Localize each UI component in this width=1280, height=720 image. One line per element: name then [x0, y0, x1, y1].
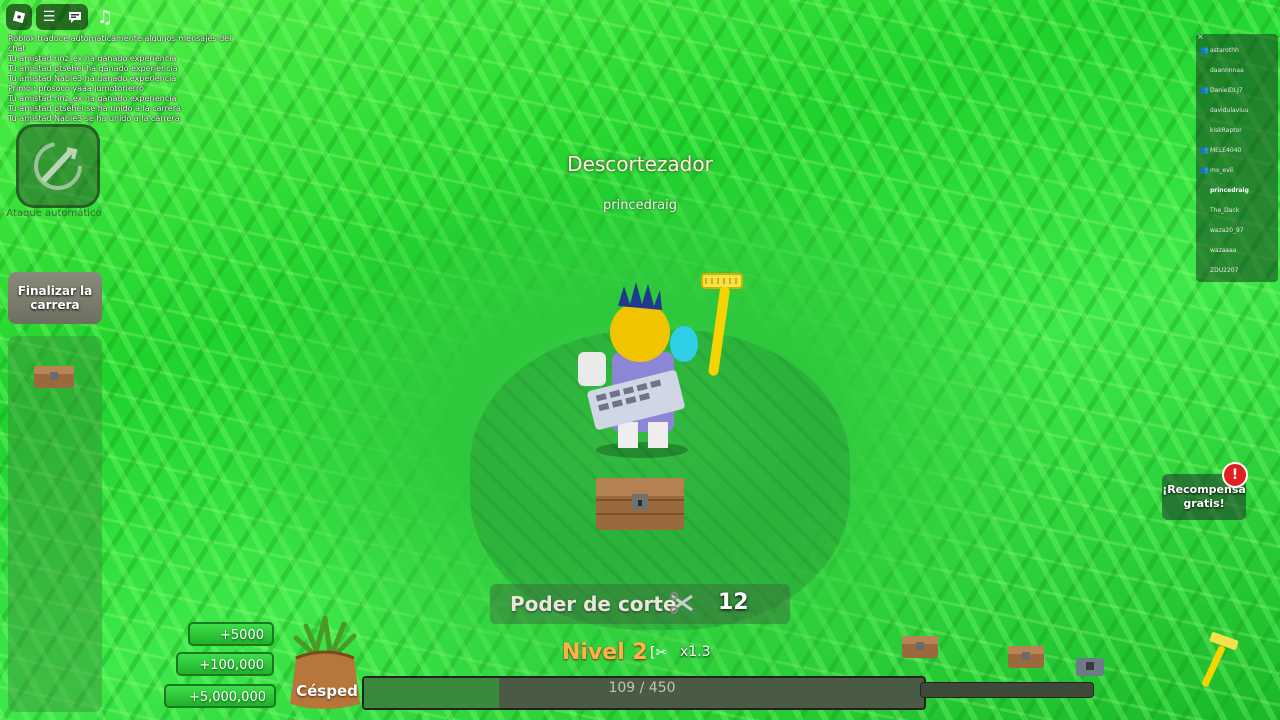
player-list-name: daannnnaa	[1210, 66, 1244, 74]
player-list-item[interactable]: 👥 DanielDLJ7	[1196, 80, 1278, 100]
friend-icon: 👥	[1200, 166, 1209, 174]
finish-race-button[interactable]: Finalizar la carrera	[8, 272, 102, 324]
player-list-name: DanielDLJ7	[1210, 86, 1243, 94]
cut-power-label: Poder de corte	[510, 592, 677, 616]
add-5000000-button[interactable]: +5,000,000	[164, 684, 276, 708]
chest-slot-icon[interactable]	[1006, 640, 1046, 670]
chat-line: Tu amistad ptsehei ha ganado experiencia	[8, 64, 178, 73]
menu-icon[interactable]: ☰	[36, 4, 62, 30]
friend-icon: 👥	[1200, 146, 1209, 154]
player-list-item[interactable]: 👥 MELE4040	[1196, 140, 1278, 160]
scissors-icon	[670, 592, 693, 614]
player-list-item[interactable]: princedraig	[1196, 180, 1278, 200]
friend-icon: 👥	[1200, 46, 1209, 54]
player-list-item[interactable]: kiskRaptor	[1196, 120, 1278, 140]
player-list-item[interactable]: waza20_97	[1196, 220, 1278, 240]
player-list-name: The_Dack	[1210, 206, 1240, 214]
alert-badge: !	[1222, 462, 1248, 488]
player-list: 👥 astarothh daannnnaa 👥 DanielDLJ7 davidulavi…	[1196, 34, 1278, 282]
progress-text: 109 / 450	[608, 680, 676, 696]
scissors-bracket-icon: [✂	[650, 645, 668, 661]
chat-icon[interactable]	[62, 4, 88, 30]
chat-line: Tu amistad Nabie3 ha ganado experiencia	[8, 74, 177, 83]
secondary-progress-bar	[920, 682, 1094, 698]
add-5000-button[interactable]: +5000	[188, 622, 274, 646]
player-list-name: princedraig	[1210, 186, 1249, 194]
player-list-item[interactable]: daannnnaa	[1196, 60, 1278, 80]
auto-attack-icon	[34, 142, 82, 190]
friend-icon: 👥	[1200, 86, 1209, 94]
player-list-item[interactable]: 👥 mx_evil	[1196, 160, 1278, 180]
inventory-side-panel	[8, 336, 102, 712]
chat-line: Tu amistad rinz_ex ha ganado experiencia	[8, 54, 177, 63]
player-list-name: waza20_97	[1210, 226, 1244, 234]
music-icon[interactable]: ♫	[92, 4, 118, 30]
auto-attack-label: Ataque automático	[6, 208, 102, 219]
player-list-item[interactable]: davidulaviuu	[1196, 100, 1278, 120]
rake-tool-icon[interactable]	[1196, 632, 1242, 692]
level-label: Nivel 2	[562, 640, 648, 665]
player-list-name: ZDU2207	[1210, 266, 1239, 274]
chat-log: Roblox traduce automáticamente algunos m…	[8, 34, 238, 124]
chest-slot-icon[interactable]	[1070, 650, 1110, 680]
top-left-toolbar: ☰ ♫	[6, 4, 118, 30]
chat-line: Primoi: prosoco yaaa jumotorierro	[8, 84, 144, 93]
player-list-name: astarothh	[1210, 46, 1239, 54]
player-list-name: MELE4040	[1210, 146, 1242, 154]
auto-attack-button[interactable]	[16, 124, 100, 208]
multiplier-label: x1.3	[680, 644, 711, 660]
player-list-item[interactable]: ZDU2207	[1196, 260, 1278, 280]
player-list-name: kiskRaptor	[1210, 126, 1242, 134]
chat-line: Tu amistad ptsehei se ha unido a la carr…	[8, 104, 181, 113]
roblox-logo-icon[interactable]	[6, 4, 32, 30]
chat-line: chat	[8, 44, 26, 53]
player-list-item[interactable]: wazaaaa	[1196, 240, 1278, 260]
close-icon[interactable]: ×	[1197, 32, 1204, 41]
player-list-name: mx_evil	[1210, 166, 1233, 174]
treasure-chest[interactable]	[594, 468, 686, 532]
chest-icon[interactable]	[32, 360, 76, 390]
player-list-item[interactable]: The_Dack	[1196, 200, 1278, 220]
player-list-name: davidulaviuu	[1210, 106, 1249, 114]
grass-sack-label: Césped	[296, 682, 358, 700]
player-character	[578, 273, 743, 458]
player-list-name: wazaaaa	[1210, 246, 1237, 254]
cut-power-value: 12	[718, 590, 749, 615]
chat-line: Roblox traduce automáticamente algunos m…	[8, 34, 232, 43]
tool-name-label: Descortezador	[567, 152, 713, 176]
player-list-item[interactable]: 👥 astarothh	[1196, 40, 1278, 60]
chat-line: Tu amistad rinz_ex ha ganado experiencia	[8, 94, 177, 103]
chest-slot-icon[interactable]	[900, 630, 940, 660]
add-100000-button[interactable]: +100,000	[176, 652, 274, 676]
player-name-label: princedraig	[602, 198, 678, 213]
chat-line: Tu amistad Nabie3 se ha unido a la carre…	[8, 114, 180, 123]
